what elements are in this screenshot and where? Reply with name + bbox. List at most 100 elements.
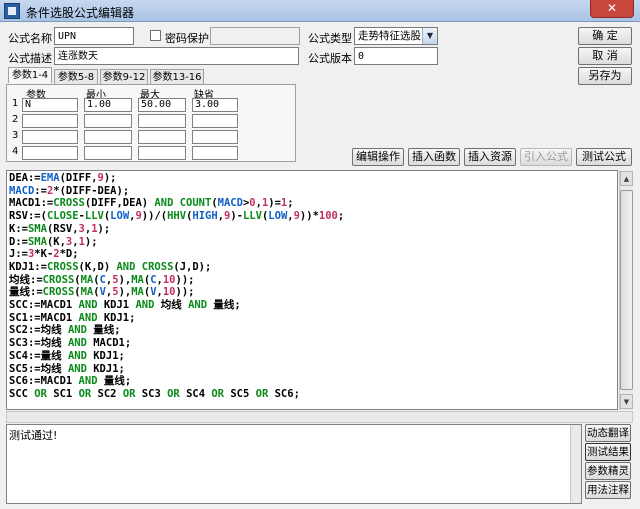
param-name-input[interactable]: N: [22, 98, 78, 112]
editor-scroll-thumb[interactable]: [620, 190, 633, 390]
code-token: *D;: [59, 248, 79, 261]
insert-function-button[interactable]: 插入函数: [408, 148, 460, 166]
param-max-input[interactable]: 50.00: [138, 98, 186, 112]
save-as-button[interactable]: 另存为: [578, 67, 632, 85]
formula-code: DEA:=EMA(DIFF,9); MACD:=2*(DIFF-DEA); MACD…: [7, 171, 617, 402]
code-token: EMA: [40, 172, 60, 184]
param-row-number: 1: [12, 98, 19, 109]
ok-button[interactable]: 确 定: [578, 27, 632, 45]
param-max-input[interactable]: [138, 130, 186, 144]
param-default-input[interactable]: [192, 114, 238, 128]
param-default-input[interactable]: [192, 146, 238, 160]
code-line: DEA:=EMA(DIFF,9);: [9, 172, 615, 185]
scroll-up-icon[interactable]: ▲: [620, 171, 633, 186]
code-token: KDJ1;: [97, 311, 136, 324]
param-wizard-button[interactable]: 参数精灵: [585, 462, 631, 480]
code-token: (DIFF,DEA): [84, 197, 155, 210]
param-default-input[interactable]: 3.00: [192, 98, 238, 112]
param-min-input[interactable]: [84, 146, 132, 160]
code-token: SC6;: [268, 387, 300, 400]
code-token: OR: [255, 387, 269, 400]
code-token: OR: [211, 387, 225, 400]
code-token: MACD: [217, 197, 243, 210]
tab-params-9-12[interactable]: 参数9-12: [100, 69, 148, 85]
code-token: AND: [78, 299, 98, 312]
code-token: ));: [175, 273, 195, 286]
code-line: J:=3*K-2*D;: [9, 248, 615, 261]
code-token: COUNT: [179, 197, 212, 210]
tab-params-5-8[interactable]: 参数5-8: [54, 69, 98, 85]
test-output-text: 测试通过!: [9, 429, 58, 442]
code-line: MACD:=2*(DIFF-DEA);: [9, 185, 615, 198]
cancel-button[interactable]: 取 消: [578, 47, 632, 65]
code-token: )-: [230, 210, 243, 223]
code-token: SC4: [179, 387, 212, 400]
code-token: (DIFF,: [59, 172, 98, 184]
edit-ops-button[interactable]: 编辑操作: [352, 148, 404, 166]
tab-params-1-4[interactable]: 参数1-4: [8, 67, 52, 83]
code-token: AND: [154, 197, 174, 210]
code-token: );: [84, 235, 98, 248]
code-token: SC1: [46, 387, 79, 400]
code-token: MA: [131, 273, 144, 286]
code-token: );: [103, 172, 117, 184]
code-token: 量线:=: [9, 286, 43, 299]
formula-version-input[interactable]: 0: [354, 47, 438, 65]
param-min-input[interactable]: [84, 130, 132, 144]
code-token: HHV: [167, 210, 187, 223]
param-row-number: 4: [12, 146, 19, 157]
close-button[interactable]: ✕: [590, 0, 634, 18]
param-name-input[interactable]: [22, 146, 78, 160]
usage-notes-button[interactable]: 用法注释: [585, 481, 631, 499]
code-token: OR: [34, 387, 47, 400]
test-result-button[interactable]: 测试结果: [585, 443, 631, 461]
param-default-input[interactable]: [192, 130, 238, 144]
param-max-input[interactable]: [138, 146, 186, 160]
param-min-input[interactable]: [84, 114, 132, 128]
password-checkbox[interactable]: [150, 30, 161, 41]
password-input[interactable]: [210, 27, 300, 45]
code-line: SC6:=MACD1 AND 量线;: [9, 375, 615, 388]
code-token: SMA: [27, 235, 47, 248]
output-scrollbar[interactable]: [570, 425, 581, 503]
param-name-input[interactable]: [22, 130, 78, 144]
code-token: CROSS: [42, 286, 75, 299]
code-token: SC3: [135, 387, 168, 400]
code-line: SC3:=均线 AND MACD1;: [9, 337, 615, 350]
code-token: AND: [67, 349, 87, 362]
code-line: D:=SMA(K,3,1);: [9, 236, 615, 249]
code-token: SC2: [91, 387, 123, 400]
code-token: AND: [67, 324, 87, 337]
code-token: ),: [118, 273, 132, 286]
code-line: SCC:=MACD1 AND KDJ1 AND 均线 AND 量线;: [9, 299, 615, 312]
code-token: *(DIFF-DEA);: [53, 184, 130, 197]
code-token: (K,D): [78, 260, 117, 273]
scroll-down-icon[interactable]: ▼: [620, 394, 633, 409]
formula-name-input[interactable]: UPN: [54, 27, 134, 45]
import-formula-button[interactable]: 引入公式: [520, 148, 572, 166]
code-token: HIGH: [192, 210, 218, 223]
insert-resource-button[interactable]: 插入资源: [464, 148, 516, 166]
code-token: MA: [80, 286, 94, 299]
code-line: SC2:=均线 AND 量线;: [9, 324, 615, 337]
code-line: KDJ1:=CROSS(K,D) AND CROSS(J,D);: [9, 261, 615, 274]
formula-editor[interactable]: DEA:=EMA(DIFF,9); MACD:=2*(DIFF-DEA); MACD…: [6, 170, 618, 410]
window-title: 条件选股公式编辑器: [26, 6, 135, 20]
param-max-input[interactable]: [138, 114, 186, 128]
code-token: ));: [175, 286, 195, 299]
code-token: (K,: [46, 235, 66, 248]
tab-params-13-16[interactable]: 参数13-16: [150, 69, 204, 85]
param-name-input[interactable]: [22, 114, 78, 128]
param-min-input[interactable]: 1.00: [84, 98, 132, 112]
code-token: 10: [162, 286, 176, 299]
code-token: SC5:=均线: [9, 362, 68, 375]
formula-desc-input[interactable]: 连涨数天: [54, 47, 299, 65]
test-formula-button[interactable]: 测试公式: [576, 148, 632, 166]
dynamic-translate-button[interactable]: 动态翻译: [585, 424, 631, 442]
chevron-down-icon[interactable]: ▼: [422, 28, 437, 44]
code-token: CROSS: [42, 273, 75, 286]
code-token: ;: [287, 197, 294, 210]
code-token: SCC:=MACD1: [9, 299, 79, 312]
editor-hscrollbar[interactable]: [6, 411, 633, 423]
formula-desc-label: 公式描述: [8, 52, 52, 65]
